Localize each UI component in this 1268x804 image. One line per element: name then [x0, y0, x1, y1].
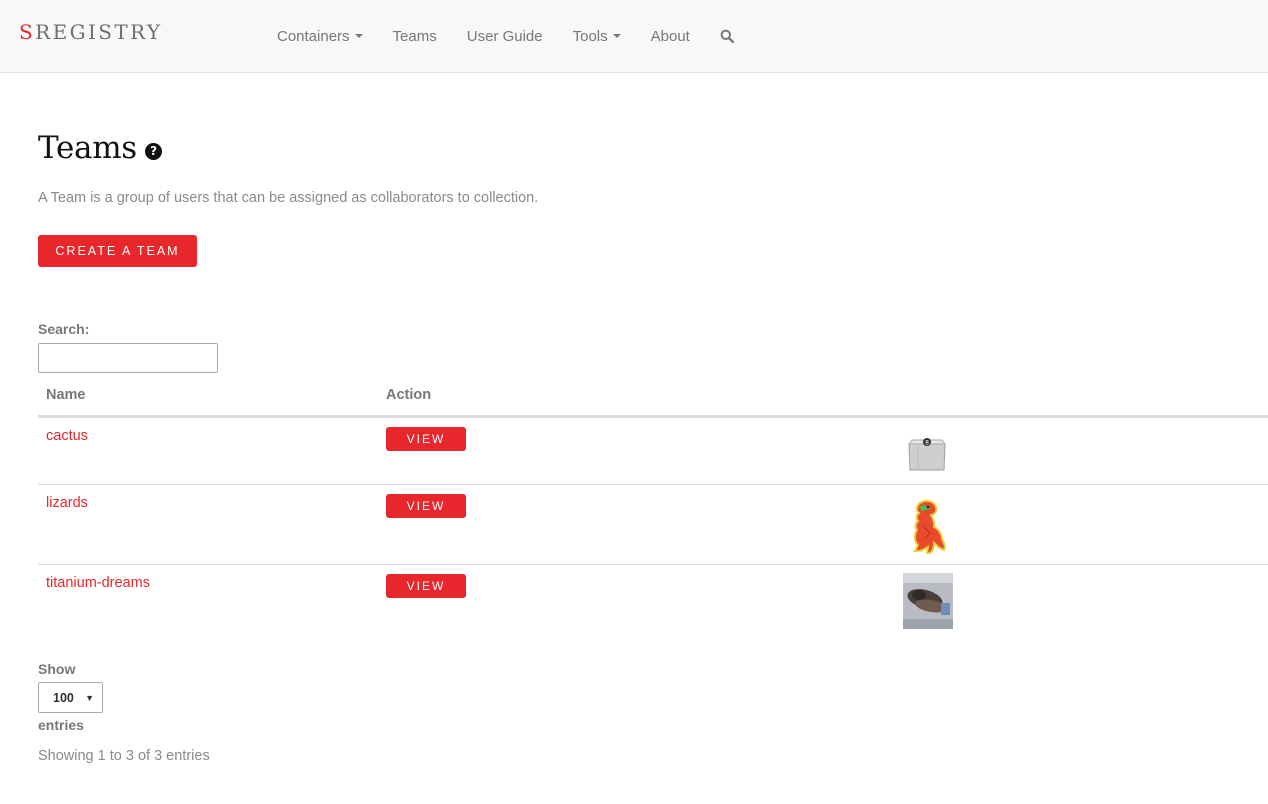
- page-title: Teams ?: [38, 130, 162, 166]
- page-description: A Team is a group of users that can be a…: [38, 190, 539, 206]
- teams-table: Name Action cactus View 8 lizards View t…: [38, 380, 1268, 645]
- dinosaur-image: [913, 499, 946, 554]
- nav-label: About: [650, 27, 690, 45]
- caret-down-icon: [354, 34, 363, 38]
- nav-label: Containers: [277, 27, 350, 45]
- nav-label: Tools: [572, 27, 608, 45]
- brand-first-letter: S: [19, 20, 36, 44]
- photo-thumbnail: [903, 573, 953, 629]
- caret-down-icon: [612, 34, 621, 38]
- table-row: cactus View 8: [38, 417, 1268, 484]
- view-button[interactable]: View: [386, 574, 466, 598]
- table-row: lizards View: [38, 484, 1268, 564]
- search-label: Search:: [38, 321, 90, 337]
- team-name-link[interactable]: lizards: [46, 495, 88, 511]
- nav-item-containers[interactable]: Containers: [262, 28, 378, 45]
- nav-label: Teams: [392, 27, 437, 45]
- nav-label: User Guide: [466, 27, 543, 45]
- view-button[interactable]: View: [386, 494, 466, 518]
- top-navbar: SREGISTRY Containers Teams User Guide To…: [0, 0, 1268, 73]
- table-row: titanium-dreams View: [38, 564, 1268, 645]
- question-circle-icon[interactable]: ?: [144, 142, 162, 160]
- page-title-text: Teams: [38, 130, 137, 166]
- search-icon: [720, 29, 734, 43]
- selected-value: 100: [53, 690, 74, 705]
- svg-text:8: 8: [925, 440, 929, 447]
- create-team-button[interactable]: Create a Team: [38, 235, 197, 267]
- view-button[interactable]: View: [386, 427, 466, 451]
- entries-label: entries: [38, 717, 84, 733]
- table-header-row: Name Action: [38, 380, 1268, 417]
- nav-item-tools[interactable]: Tools: [558, 28, 636, 45]
- entries-per-page-select[interactable]: 100 ▼: [38, 682, 103, 713]
- main-nav: Containers Teams User Guide Tools About: [262, 0, 749, 72]
- team-name-link[interactable]: titanium-dreams: [46, 575, 150, 591]
- search-input[interactable]: [38, 343, 218, 373]
- table-info: Showing 1 to 3 of 3 entries: [38, 748, 210, 764]
- dropdown-arrow-icon: ▼: [85, 692, 94, 703]
- brand-logo[interactable]: SREGISTRY: [19, 20, 163, 44]
- nav-search-button[interactable]: [705, 29, 749, 43]
- team-name-link[interactable]: cactus: [46, 428, 88, 444]
- show-label: Show: [38, 661, 76, 677]
- nav-item-teams[interactable]: Teams: [378, 28, 452, 45]
- nav-item-user-guide[interactable]: User Guide: [452, 28, 558, 45]
- nav-item-about[interactable]: About: [636, 28, 705, 45]
- column-header-action[interactable]: Action: [386, 387, 431, 403]
- box-image: 8: [908, 438, 946, 471]
- brand-rest: REGISTRY: [35, 20, 163, 44]
- column-header-name[interactable]: Name: [46, 387, 86, 403]
